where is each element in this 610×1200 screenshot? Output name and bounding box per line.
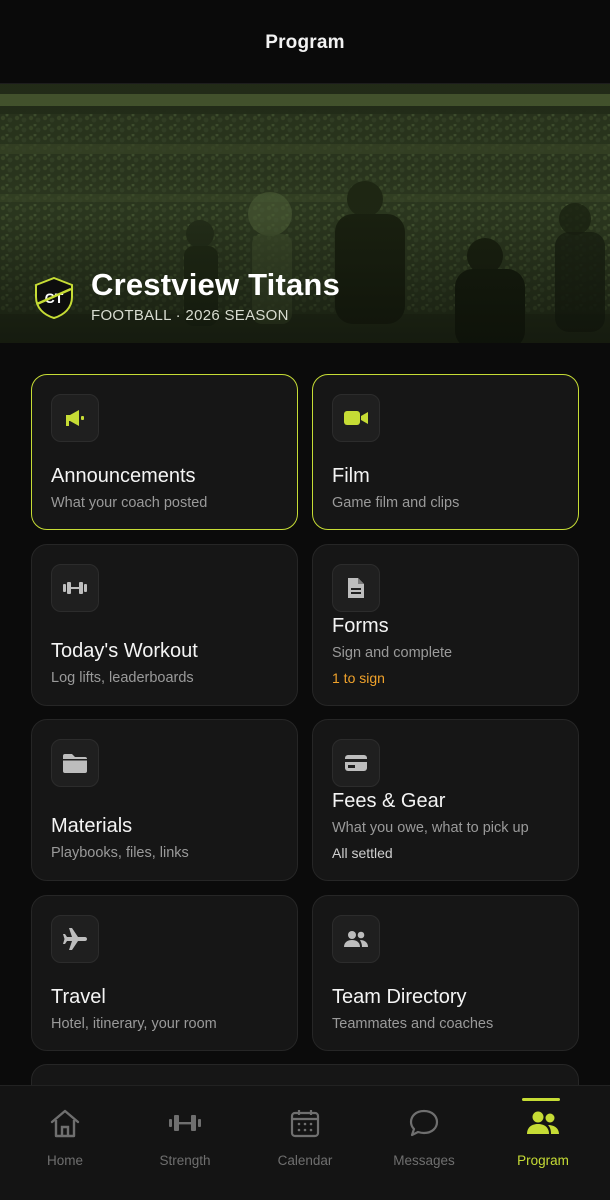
megaphone-icon xyxy=(51,394,99,442)
people-icon xyxy=(523,1105,563,1141)
card-title: Today's Workout xyxy=(51,640,198,662)
folder-icon xyxy=(51,739,99,787)
card-title: Forms xyxy=(332,615,389,637)
announcements-card[interactable]: Announcements What your coach posted xyxy=(31,374,298,530)
tab-label: Messages xyxy=(393,1153,455,1168)
video-camera-icon xyxy=(332,394,380,442)
calendar-icon xyxy=(285,1105,325,1141)
active-tab-indicator xyxy=(522,1098,560,1101)
card-title: Fees & Gear xyxy=(332,790,446,812)
card-subtitle: Sign and complete xyxy=(332,645,453,661)
airplane-icon xyxy=(51,915,99,963)
bottom-tab-bar: Home Strength Calendar Messages Program xyxy=(0,1085,610,1200)
card-subtitle: What you owe, what to pick up xyxy=(332,820,529,836)
team-name: Crestview Titans xyxy=(91,267,341,302)
document-icon xyxy=(332,564,380,612)
top-bar: Program xyxy=(0,0,610,84)
page-title: Program xyxy=(265,31,345,53)
card-title: Materials xyxy=(51,815,133,837)
card-subtitle: What your coach posted xyxy=(51,495,208,511)
film-card[interactable]: Film Game film and clips xyxy=(312,374,579,530)
forms-card[interactable]: Forms Sign and complete 1 to sign xyxy=(312,544,579,706)
forms-pending-note: 1 to sign xyxy=(332,670,385,686)
todays-workout-card[interactable]: Today's Workout Log lifts, leaderboards xyxy=(31,544,298,706)
tab-label: Calendar xyxy=(277,1153,333,1168)
card-title: Film xyxy=(332,465,370,487)
dumbbell-icon xyxy=(51,564,99,612)
card-subtitle: Playbooks, files, links xyxy=(51,845,189,861)
chat-bubble-icon xyxy=(404,1105,444,1141)
tab-strength[interactable]: Strength xyxy=(124,1086,246,1200)
tab-messages[interactable]: Messages xyxy=(363,1086,485,1200)
card-subtitle: Hotel, itinerary, your room xyxy=(51,1016,217,1032)
card-title: Team Directory xyxy=(332,986,467,1008)
materials-card[interactable]: Materials Playbooks, files, links xyxy=(31,719,298,881)
card-title: Announcements xyxy=(51,465,196,487)
credit-card-icon xyxy=(332,739,380,787)
card-subtitle: Teammates and coaches xyxy=(332,1016,494,1032)
home-icon xyxy=(45,1105,85,1141)
tab-home[interactable]: Home xyxy=(4,1086,126,1200)
tab-label: Program xyxy=(517,1153,569,1168)
card-title: Travel xyxy=(51,986,106,1008)
card-subtitle: Game film and clips xyxy=(332,495,460,511)
tab-calendar[interactable]: Calendar xyxy=(244,1086,366,1200)
fees-gear-card[interactable]: Fees & Gear What you owe, what to pick u… xyxy=(312,719,579,881)
people-icon xyxy=(332,915,380,963)
dumbbell-icon xyxy=(165,1105,205,1141)
tab-label: Home xyxy=(46,1153,83,1168)
team-season: FOOTBALL · 2026 SEASON xyxy=(91,307,289,324)
team-shield-logo: CT xyxy=(35,277,73,319)
tab-program[interactable]: Program xyxy=(482,1086,604,1200)
team-directory-card[interactable]: Team Directory Teammates and coaches xyxy=(312,895,579,1051)
team-hero-banner: CT Crestview Titans FOOTBALL · 2026 SEAS… xyxy=(0,84,610,343)
fees-status-note: All settled xyxy=(332,845,393,861)
travel-card[interactable]: Travel Hotel, itinerary, your room xyxy=(31,895,298,1051)
card-subtitle: Log lifts, leaderboards xyxy=(51,670,194,686)
tab-label: Strength xyxy=(159,1153,211,1168)
